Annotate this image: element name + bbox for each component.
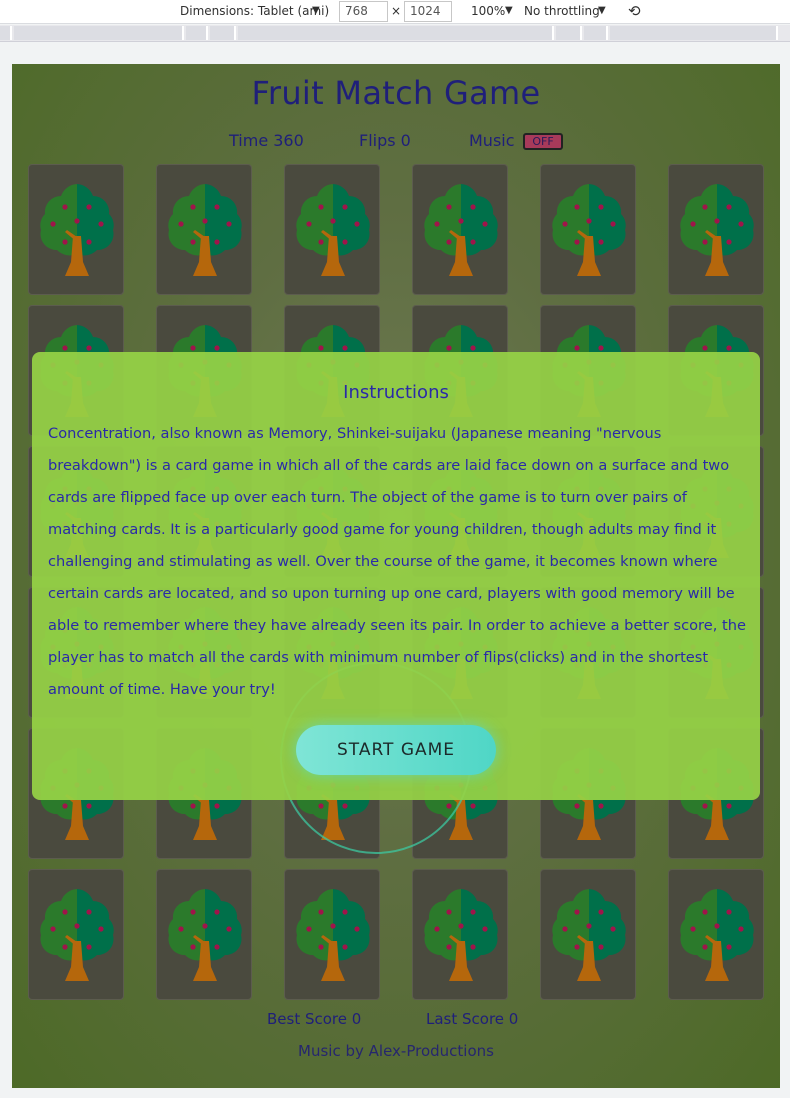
media-query-ruler[interactable] (0, 25, 790, 42)
card[interactable] (540, 869, 636, 1000)
music-credit: Music by Alex-Productions (298, 1042, 494, 1060)
last-score: Last Score 0 (426, 1010, 519, 1028)
height-input[interactable]: 1024 (404, 1, 452, 22)
devtools-device-toolbar: Dimensions: Tablet (ami) ▼ 768 × 1024 10… (0, 0, 790, 24)
instructions-title: Instructions (343, 382, 449, 403)
zoom-dropdown-icon[interactable]: ▼ (505, 5, 513, 16)
card[interactable] (668, 869, 764, 1000)
dimension-times-icon: × (391, 4, 402, 18)
width-input[interactable]: 768 (339, 1, 388, 22)
card[interactable] (668, 164, 764, 295)
best-score: Best Score 0 (267, 1010, 362, 1028)
music-toggle-button[interactable]: OFF (523, 133, 563, 150)
time-counter: Time 360 (229, 131, 304, 150)
card[interactable] (284, 869, 380, 1000)
zoom-select[interactable]: 100% (471, 4, 505, 18)
card[interactable] (412, 869, 508, 1000)
game-title: Fruit Match Game (251, 74, 541, 112)
card[interactable] (540, 164, 636, 295)
device-select[interactable]: Dimensions: Tablet (ami) (180, 4, 329, 18)
card[interactable] (156, 164, 252, 295)
music-label: Music (469, 131, 515, 150)
card[interactable] (156, 869, 252, 1000)
instructions-text: Concentration, also known as Memory, Shi… (48, 425, 746, 698)
device-dropdown-icon[interactable]: ▼ (312, 5, 320, 16)
start-game-button[interactable]: START GAME (296, 725, 496, 775)
card[interactable] (284, 164, 380, 295)
rotate-icon[interactable]: ⟲ (628, 2, 641, 20)
card[interactable] (28, 869, 124, 1000)
card[interactable] (28, 164, 124, 295)
throttling-dropdown-icon[interactable]: ▼ (598, 5, 606, 16)
flips-counter: Flips 0 (359, 131, 411, 150)
throttling-select[interactable]: No throttling (524, 4, 600, 18)
card[interactable] (412, 164, 508, 295)
game-viewport: Fruit Match Game Time 360 Flips 0 Music … (12, 64, 780, 1088)
